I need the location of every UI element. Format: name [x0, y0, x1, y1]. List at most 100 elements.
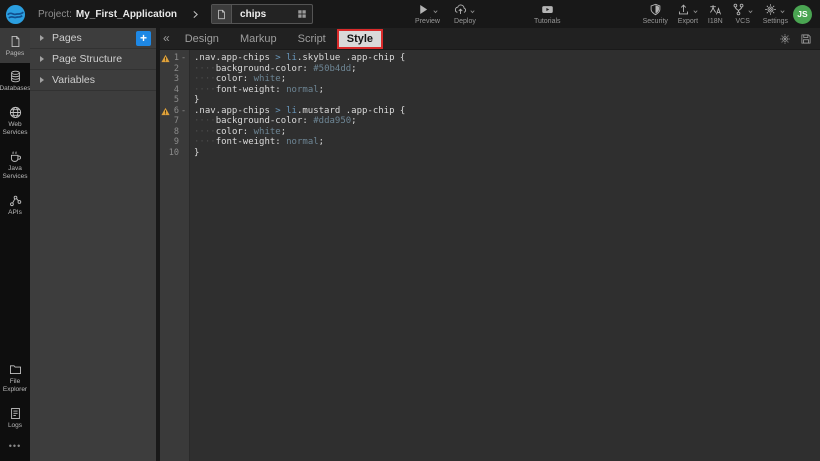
code-text: ····font-weight: normal; [190, 85, 324, 96]
add-page-button[interactable]: + [136, 31, 151, 46]
left-sidebar: Pages Databases Web Services Java Services A… [0, 28, 30, 461]
code-line[interactable]: 8····color: white; [160, 127, 820, 138]
panel-section-variables[interactable]: Variables [30, 70, 156, 91]
preview-button[interactable]: Preview [415, 3, 440, 25]
tab-style[interactable]: Style [339, 31, 381, 47]
sidebar-item-java-services[interactable]: Java Services [0, 143, 30, 187]
topbar: Project: My_First_Application chips Previ… [0, 0, 820, 28]
breadcrumb-chevron-icon [191, 9, 200, 20]
sidebar-item-logs[interactable]: Logs [0, 400, 30, 435]
code-text: ····background-color: #50b4dd; [190, 64, 357, 75]
translate-icon [709, 3, 722, 16]
code-line[interactable]: 9····font-weight: normal; [160, 137, 820, 148]
gutter: 6- [160, 106, 190, 117]
security-label: Security [643, 18, 668, 25]
tab-script[interactable]: Script [290, 31, 334, 47]
code-line[interactable]: 1-.nav.app-chips > li.skyblue .app-chip … [160, 53, 820, 64]
code-text: ····color: white; [190, 127, 286, 138]
branch-icon [732, 3, 745, 16]
line-number: 3 [160, 74, 179, 85]
gutter: 10 [160, 148, 190, 159]
caret-down-icon [779, 8, 786, 15]
topbar-right-actions: Security Export I18N VCS Settings [643, 3, 788, 25]
i18n-button[interactable]: I18N [708, 3, 723, 25]
panel-section-label: Pages [52, 32, 82, 44]
code-line[interactable]: 5} [160, 95, 820, 106]
code-line[interactable]: 6-.nav.app-chips > li.mustard .app-chip … [160, 106, 820, 117]
grid-icon[interactable] [297, 9, 307, 19]
api-icon [9, 194, 22, 207]
sidebar-item-label: File Explorer [1, 378, 29, 395]
sidebar-item-pages[interactable]: Pages [0, 28, 30, 63]
sidebar-item-label: APIs [8, 209, 22, 217]
editor-toolbar: « Design Markup Script Style [160, 28, 820, 50]
caret-down-icon [692, 8, 699, 15]
user-avatar[interactable]: JS [793, 5, 812, 24]
panel-section-label: Page Structure [52, 53, 122, 65]
code-text: } [190, 95, 199, 106]
code-text: .nav.app-chips > li.mustard .app-chip { [190, 106, 405, 117]
deploy-icon [454, 3, 467, 16]
gutter: 8 [160, 127, 190, 138]
sidebar-item-label: Web Services [1, 121, 29, 138]
gutter: 3 [160, 74, 190, 85]
file-tab-name: chips [240, 9, 297, 20]
fold-marker[interactable]: - [179, 53, 188, 64]
page-icon [9, 35, 22, 48]
sidebar-item-file-explorer[interactable]: File Explorer [0, 356, 30, 400]
security-button[interactable]: Security [643, 3, 668, 25]
collapsed-caret-icon [40, 77, 44, 83]
file-tab-chips[interactable]: chips [211, 4, 313, 24]
editor-settings-button[interactable] [779, 33, 791, 45]
save-button[interactable] [800, 33, 812, 45]
line-number: 10 [160, 148, 179, 159]
settings-label: Settings [763, 18, 788, 25]
code-line[interactable]: 2····background-color: #50b4dd; [160, 64, 820, 75]
settings-button[interactable]: Settings [763, 3, 788, 25]
vcs-label: VCS [736, 18, 750, 25]
panel-section-page-structure[interactable]: Page Structure [30, 49, 156, 70]
project-label: Project: [38, 9, 72, 20]
youtube-icon [541, 3, 554, 16]
app-logo[interactable] [0, 0, 30, 28]
deploy-button[interactable]: Deploy [454, 3, 476, 25]
tutorials-button[interactable]: Tutorials [534, 3, 561, 25]
tab-markup[interactable]: Markup [232, 31, 285, 47]
tab-design[interactable]: Design [177, 31, 227, 47]
globe-icon [9, 106, 22, 119]
panel-collapse-button[interactable]: « [163, 31, 170, 45]
panel-section-pages[interactable]: Pages + [30, 28, 156, 49]
export-button[interactable]: Export [677, 3, 699, 25]
collapsed-caret-icon [40, 56, 44, 62]
play-icon [417, 3, 430, 16]
sidebar-item-databases[interactable]: Databases [0, 63, 30, 98]
export-icon [677, 3, 690, 16]
editor-tabs: Design Markup Script Style [177, 31, 381, 47]
fold-marker[interactable]: - [179, 106, 188, 117]
export-label: Export [678, 18, 698, 25]
project-name: My_First_Application [76, 9, 177, 20]
warning-icon [161, 54, 170, 63]
i18n-label: I18N [708, 18, 723, 25]
database-icon [9, 70, 22, 83]
line-number: 5 [160, 95, 179, 106]
sidebar-bottom-group: File Explorer Logs [0, 356, 30, 435]
main-body: Pages Databases Web Services Java Services A… [0, 28, 820, 461]
caret-down-icon [432, 8, 439, 15]
sidebar-more-button[interactable]: ••• [0, 435, 30, 461]
caret-down-icon [747, 8, 754, 15]
code-line[interactable]: 10} [160, 148, 820, 159]
topbar-actions: Preview Deploy Tutorials [415, 3, 561, 25]
file-tab-icon-box [212, 5, 232, 23]
code-editor[interactable]: 1-.nav.app-chips > li.skyblue .app-chip … [160, 50, 820, 461]
sidebar-item-apis[interactable]: APIs [0, 187, 30, 222]
code-line[interactable]: 7····background-color: #dda950; [160, 116, 820, 127]
code-line[interactable]: 3····color: white; [160, 74, 820, 85]
code-line[interactable]: 4····font-weight: normal; [160, 85, 820, 96]
sidebar-item-web-services[interactable]: Web Services [0, 99, 30, 143]
sidebar-item-label: Java Services [1, 165, 29, 182]
sidebar-item-label: Databases [0, 85, 31, 93]
sidebar-top-group: Pages Databases Web Services Java Services A… [0, 28, 30, 222]
pages-panel: Pages + Page Structure Variables [30, 28, 156, 461]
vcs-button[interactable]: VCS [732, 3, 754, 25]
